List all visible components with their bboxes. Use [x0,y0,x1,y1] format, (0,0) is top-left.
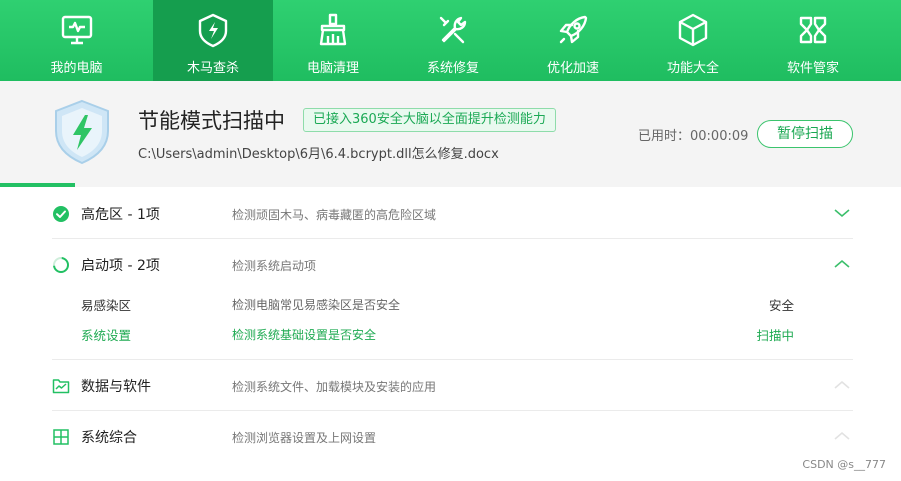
scan-section-system-general: 系统综合 检测浏览器设置及上网设置 [52,411,853,461]
nav-label: 功能大全 [666,61,719,76]
rocket-icon [555,12,591,48]
security-brain-badge: 已接入360安全大脑以全面提升检测能力 [303,108,556,132]
section-description: 检测浏览器设置及上网设置 [232,431,377,445]
scan-item-row: 易感染区 检测电脑常见易感染区是否安全 安全 [52,295,853,315]
nav-label: 木马查杀 [186,61,239,76]
scan-section-high-risk: 高危区 - 1项 检测顽固木马、病毒藏匿的高危险区域 [52,188,853,239]
nav-tab-cleanup[interactable]: 电脑清理 [273,0,393,81]
chevron-up-icon[interactable] [832,377,852,393]
nav-label: 软件管家 [786,61,839,76]
scan-section-data-software: 数据与软件 检测系统文件、加载模块及安装的应用 [52,360,853,411]
chevron-down-icon[interactable] [832,205,852,221]
section-title: 数据与软件 [81,379,151,395]
nav-label: 系统修复 [426,61,479,76]
scan-section-startup: 启动项 - 2项 检测系统启动项 易感染区 检测电脑常见易感染区是否安全 安全 … [52,239,853,360]
elapsed-time: 已用时：00:00:09 [638,129,749,144]
scan-item-name: 易感染区 [81,298,132,313]
section-title: 高危区 - 1项 [81,207,160,223]
scan-item-description: 检测系统基础设置是否安全 [232,328,377,342]
broom-icon [315,12,351,48]
shield-bolt-icon [195,12,231,48]
nav-tab-software-manager[interactable]: 软件管家 [753,0,873,81]
section-description: 检测系统启动项 [232,259,317,273]
flower-icon [795,12,831,48]
windows-icon [52,428,70,446]
nav-tab-my-computer[interactable]: 我的电脑 [0,0,153,81]
chevron-up-icon[interactable] [832,256,852,272]
pause-scan-button[interactable]: 暂停扫描 [757,120,853,148]
loading-spinner-icon [52,256,70,274]
nav-label: 电脑清理 [306,61,359,76]
scan-item-description: 检测电脑常见易感染区是否安全 [232,298,401,312]
nav-tab-optimize[interactable]: 优化加速 [513,0,633,81]
section-title: 启动项 - 2项 [81,258,160,274]
scan-item-name: 系统设置 [81,328,132,343]
nav-label: 我的电脑 [50,61,103,76]
cube-icon [675,12,711,48]
nav-tab-features[interactable]: 功能大全 [633,0,753,81]
section-description: 检测系统文件、加载模块及安装的应用 [232,380,437,394]
nav-tab-system-repair[interactable]: 系统修复 [393,0,513,81]
scan-progress-bar [0,183,901,187]
scan-item-status: 扫描中 [756,328,794,343]
check-circle-icon [52,205,70,223]
section-header[interactable]: 启动项 - 2项 检测系统启动项 [52,239,853,289]
section-title: 系统综合 [81,430,137,446]
scan-progress-fill [0,183,75,187]
nav-label: 优化加速 [546,61,599,76]
top-navigation: 我的电脑 木马查杀 电脑清理 系统修复 优化加速 功能大全 软件管家 [0,0,901,81]
shield-bolt-icon [52,99,112,165]
section-header[interactable]: 系统综合 检测浏览器设置及上网设置 [52,411,853,461]
section-description: 检测顽固木马、病毒藏匿的高危险区域 [232,208,437,222]
section-header[interactable]: 数据与软件 检测系统文件、加载模块及安装的应用 [52,360,853,410]
scan-status-panel: 节能模式扫描中 已接入360安全大脑以全面提升检测能力 C:\Users\adm… [0,81,901,187]
scan-title: 节能模式扫描中 [138,109,285,133]
scan-item-row: 系统设置 检测系统基础设置是否安全 扫描中 [52,325,853,345]
nav-tab-trojan-scan[interactable]: 木马查杀 [153,0,273,81]
scan-item-status: 安全 [768,298,794,313]
current-scan-file: C:\Users\admin\Desktop\6月\6.4.bcrypt.dll… [138,147,499,162]
wrench-icon [435,12,471,48]
monitor-icon [59,12,95,48]
section-header[interactable]: 高危区 - 1项 检测顽固木马、病毒藏匿的高危险区域 [52,188,853,238]
chevron-up-icon[interactable] [832,428,852,444]
data-chart-icon [52,377,70,395]
watermark: CSDN @s__777 [802,458,886,471]
